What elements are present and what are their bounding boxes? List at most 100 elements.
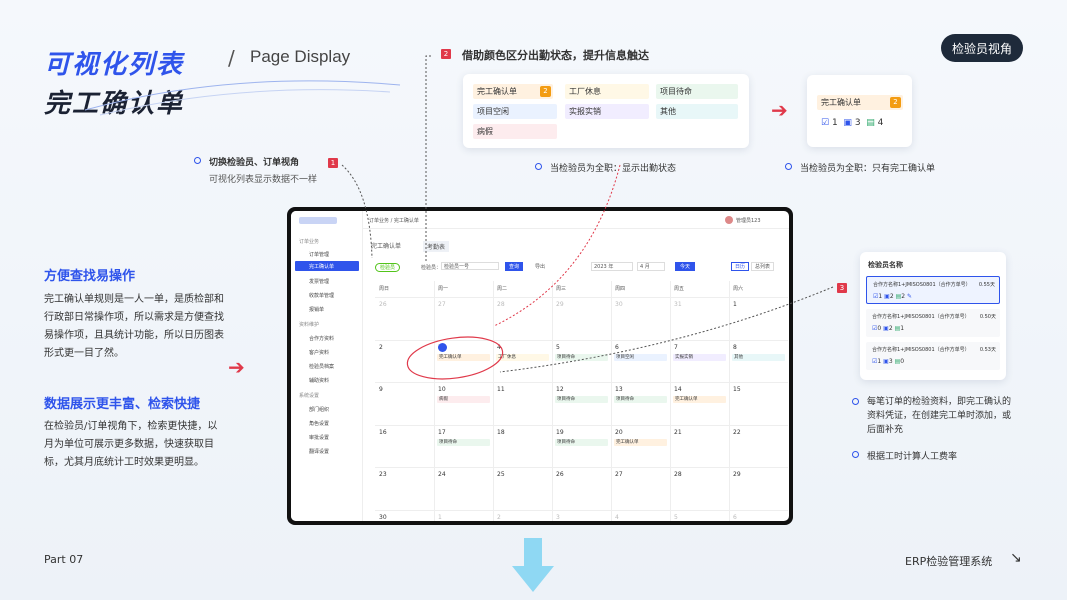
sidebar-group[interactable]: 资料维护	[299, 321, 319, 328]
event-chip[interactable]: 完工确认单	[437, 353, 490, 361]
day-number[interactable]: 31	[674, 301, 682, 308]
sidebar-item[interactable]: 收款单管理	[309, 292, 334, 299]
day-number[interactable]: 16	[379, 429, 387, 436]
role-view-button[interactable]: 检验员视角	[941, 34, 1023, 62]
event-chip[interactable]: 实报实销	[673, 353, 726, 361]
day-number[interactable]: 7	[674, 344, 678, 351]
day-number[interactable]: 24	[438, 471, 446, 478]
sidebar-item[interactable]: 翻译设置	[309, 448, 329, 455]
sidebar-group[interactable]: 订单业务	[299, 238, 319, 245]
day-number[interactable]: 18	[497, 429, 505, 436]
event-chip[interactable]: 项目待命	[555, 438, 608, 446]
day-number[interactable]: 26	[379, 301, 387, 308]
inspector-row[interactable]: 合作方名称1+JMISOS0801（合作方单号） 0.55天 ☑1 ▣2 ▤2 …	[866, 276, 1000, 304]
inspector-select[interactable]: 检验员一号	[441, 262, 499, 270]
event-chip[interactable]: 项目待命	[555, 396, 608, 403]
day-number[interactable]: 29	[556, 301, 564, 308]
day-number[interactable]: 23	[379, 471, 387, 478]
sidebar-item[interactable]: 部门组织	[309, 406, 329, 413]
sidebar-item[interactable]: 完工确认单	[309, 263, 334, 270]
day-number[interactable]: 25	[497, 471, 505, 478]
day-number[interactable]: 2	[379, 344, 383, 351]
inspector-row[interactable]: 合作方名称1+JMISOS0801（合作方单号） 0.50天 ☑0 ▣2 ▤1	[866, 309, 1000, 337]
list-view-button[interactable]: 总列表	[751, 262, 775, 271]
weekday-label: 周三	[556, 286, 567, 292]
day-number[interactable]: 30	[379, 514, 387, 521]
day-number[interactable]: 8	[733, 344, 737, 351]
day-number[interactable]: 27	[438, 301, 446, 308]
day-number[interactable]: 13	[615, 386, 623, 393]
tab-attendance[interactable]: 考勤表	[423, 241, 450, 252]
sidebar-group[interactable]: 系统设置	[299, 392, 319, 399]
chip-reimburse: 实报实销	[565, 104, 649, 119]
weekday-label: 周日	[379, 286, 390, 292]
user-name[interactable]: 管理员123	[736, 217, 761, 224]
day-number[interactable]: 22	[733, 429, 741, 436]
day-number[interactable]: 19	[556, 429, 564, 436]
event-chip[interactable]: 项目待命	[437, 438, 490, 446]
day-number[interactable]: 28	[674, 471, 682, 478]
grid-line	[375, 509, 788, 511]
today-button[interactable]: 今天	[675, 262, 696, 271]
day-number[interactable]: 15	[733, 386, 741, 393]
event-chip[interactable]: 完工确认单	[614, 438, 667, 446]
event-chip[interactable]: 项目待命	[614, 396, 667, 403]
calendar-view-button[interactable]: 日历	[731, 262, 750, 271]
event-chip[interactable]: 项目空闲	[614, 353, 667, 361]
grid-line	[670, 281, 671, 521]
day-number[interactable]: 1	[733, 301, 737, 308]
sidebar-item[interactable]: 订单管理	[309, 251, 329, 258]
export-button[interactable]: 导出	[535, 263, 545, 270]
day-number[interactable]: 14	[674, 386, 682, 393]
sidebar-item[interactable]: 发票管理	[309, 278, 329, 285]
event-chip[interactable]: 完工确认单	[673, 396, 726, 403]
inspector-row[interactable]: 合作方名称1+JMISOS0801（合作方单号） 0.53天 ☑1 ▣3 ▤0	[866, 342, 1000, 370]
sidebar-item[interactable]: 辅助资料	[309, 377, 329, 384]
day-number[interactable]: 4	[497, 344, 501, 351]
status-legend-card: 完工确认单 2 工厂休息 项目待命 项目空闲 实报实销 其他 病假	[463, 74, 749, 148]
event-chip[interactable]: 项目待命	[555, 353, 608, 361]
sidebar-item[interactable]: 检验员档案	[309, 363, 334, 370]
day-number[interactable]: 27	[615, 471, 623, 478]
bullet-icon	[852, 451, 859, 458]
day-number[interactable]: 11	[497, 386, 505, 393]
day-number[interactable]: 5	[556, 344, 560, 351]
search-button[interactable]: 查询	[505, 262, 524, 271]
day-number[interactable]: 3	[556, 514, 560, 521]
sidebar-item[interactable]: 角色设置	[309, 420, 329, 427]
event-chip[interactable]: 病假	[437, 396, 490, 403]
year-select[interactable]: 2023 年	[591, 262, 633, 271]
callout1-badge: 1	[328, 158, 338, 168]
day-number[interactable]: 21	[674, 429, 682, 436]
day-number[interactable]: 12	[556, 386, 564, 393]
sidebar: 订单业务 订单管理 完工确认单 发票管理 收款单管理 报销单 资料维护 合作方资…	[291, 211, 363, 521]
day-number[interactable]: 10	[438, 386, 446, 393]
event-chip[interactable]: 其他	[732, 353, 785, 361]
tab-finish[interactable]: 完工确认单	[371, 241, 401, 250]
day-number[interactable]: 20	[615, 429, 623, 436]
day-number[interactable]: 5	[674, 514, 678, 521]
day-number[interactable]: 4	[615, 514, 619, 521]
day-number[interactable]: 28	[497, 301, 505, 308]
day-number[interactable]: 9	[379, 386, 383, 393]
day-number[interactable]: 30	[615, 301, 623, 308]
right-note-2: 根据工时计算人工费率	[867, 452, 958, 462]
day-number[interactable]: 6	[733, 514, 737, 521]
month-select[interactable]: 4 月	[637, 262, 665, 271]
event-chip[interactable]: 工厂休息	[496, 353, 549, 361]
sidebar-item[interactable]: 合作方资料	[309, 335, 334, 342]
day-number[interactable]: 26	[556, 471, 564, 478]
sidebar-item[interactable]: 报销单	[309, 306, 324, 313]
sidebar-item[interactable]: 客户资料	[309, 349, 329, 356]
day-number[interactable]: 17	[438, 429, 446, 436]
sidebar-item[interactable]: 审批设置	[309, 434, 329, 441]
day-number[interactable]: 1	[438, 514, 442, 521]
grid-line	[375, 339, 788, 341]
avatar[interactable]	[725, 216, 733, 224]
day-number[interactable]: 29	[733, 471, 741, 478]
inspector-tag[interactable]: 检验员	[375, 263, 401, 272]
slide: 可视化列表 完工确认单 / Page Display 检验员视角 切换检验员、订…	[0, 0, 1067, 600]
day-number[interactable]: 2	[497, 514, 501, 521]
day-number[interactable]: 6	[615, 344, 619, 351]
bullet-icon	[535, 163, 542, 170]
